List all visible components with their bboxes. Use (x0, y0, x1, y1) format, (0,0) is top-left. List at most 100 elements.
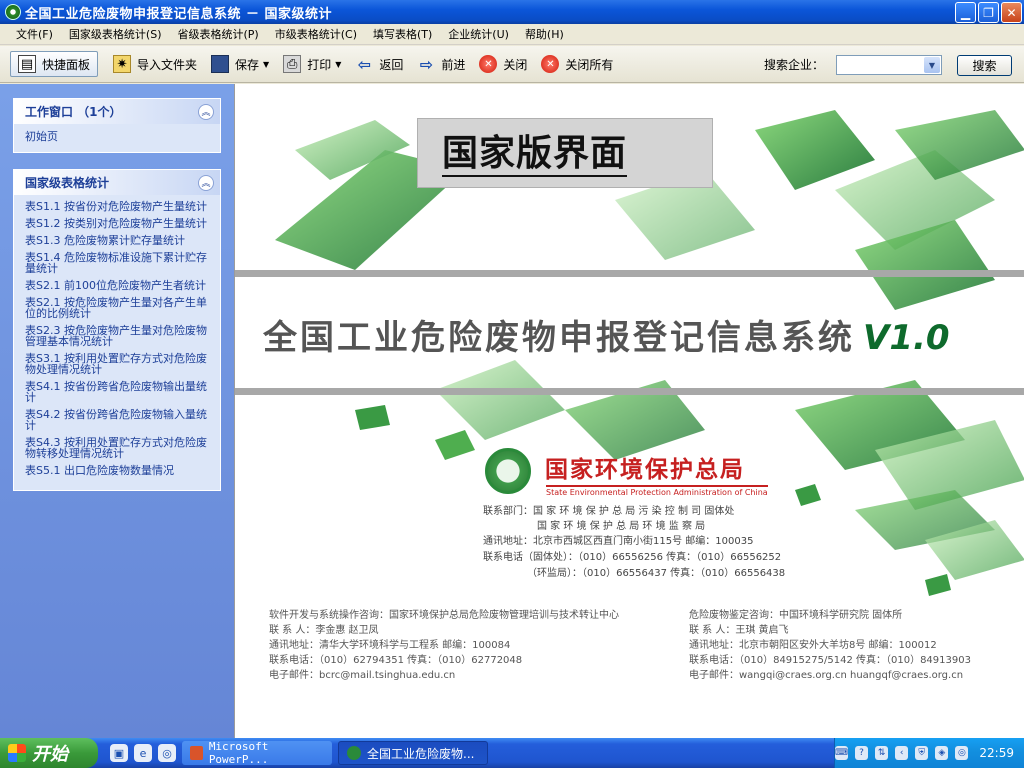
footer-left-contacts: 软件开发与系统操作咨询：国家环境保护总局危险废物管理培训与技术转让中心 联 系 … (269, 608, 619, 683)
menu-city-stats[interactable]: 市级表格统计(C) (267, 26, 365, 42)
report-link-s1-1[interactable]: 表S1.1 按省份对危险废物产生量统计 (25, 201, 210, 212)
internet-explorer-icon[interactable]: e (134, 744, 152, 762)
close-all-label: 关闭所有 (565, 57, 614, 72)
restore-button[interactable]: ❐ (978, 2, 999, 23)
taskbar-item-hazwaste-app[interactable]: 全国工业危险废物... (338, 741, 488, 765)
menu-help[interactable]: 帮助(H) (517, 26, 572, 42)
window-titlebar[interactable]: 全国工业危险废物申报登记信息系统 － 国家级统计 ▁ ❐ ✕ (0, 0, 1024, 24)
shield-icon[interactable]: ⛨ (915, 746, 929, 760)
report-link-s3-1[interactable]: 表S3.1 按利用处置贮存方式对危险废物处理情况统计 (25, 353, 210, 375)
save-button[interactable]: 保存 ▼ (204, 51, 276, 77)
help-icon[interactable]: ? (855, 746, 869, 760)
menu-provincial-stats[interactable]: 省级表格统计(P) (170, 26, 267, 42)
start-label: 开始 (32, 744, 68, 765)
top-divider-band (235, 270, 1024, 277)
minimize-button[interactable]: ▁ (955, 2, 976, 23)
work-window-title: 工作窗口 （1个） (25, 105, 122, 119)
show-desktop-icon[interactable]: ▣ (110, 744, 128, 762)
print-button[interactable]: ⎙ 打印 ▼ (276, 51, 348, 77)
menu-bar: 文件(F) 国家级表格统计(S) 省级表格统计(P) 市级表格统计(C) 填写表… (0, 24, 1024, 45)
report-link-s5-1[interactable]: 表S5.1 出口危险废物数量情况 (25, 465, 210, 476)
window-controls: ▁ ❐ ✕ (955, 2, 1022, 23)
report-link-s2-1b[interactable]: 表S2.1 按危险废物产生量对各产生单位的比例统计 (25, 297, 210, 319)
main-content: 国家版界面 全国工业危险废物申报登记信息系统 V1.0 国家环境保护总局 Stat… (234, 84, 1024, 738)
system-tray: ⌨ ? ⇅ ‹ ⛨ ◈ ◎ 22:59 (834, 738, 1024, 768)
network-icon[interactable]: ⇅ (875, 746, 889, 760)
national-stats-list: 表S1.1 按省份对危险废物产生量统计 表S1.2 按类别对危险废物产生量统计 … (14, 195, 220, 490)
work-item-start-page[interactable]: 初始页 (25, 130, 210, 144)
report-link-s4-1[interactable]: 表S4.1 按省份跨省危险废物输出量统计 (25, 381, 210, 403)
footer-right-line: 联 系 人：王琪 黄启飞 (689, 625, 789, 636)
work-window-body: 初始页 (14, 124, 220, 152)
report-link-s2-1[interactable]: 表S2.1 前100位危险废物产生者统计 (25, 280, 210, 291)
menu-enterprise-stats[interactable]: 企业统计(U) (440, 26, 517, 42)
import-folder-label: 导入文件夹 (137, 57, 198, 72)
national-stats-panel: 国家级表格统计 ︽ 表S1.1 按省份对危险废物产生量统计 表S1.2 按类别对… (13, 169, 221, 491)
edition-banner: 国家版界面 (417, 118, 713, 188)
clock: 22:59 (979, 746, 1014, 760)
floppy-disk-icon (211, 55, 230, 73)
report-link-s1-3[interactable]: 表S1.3 危险废物累计贮存量统计 (25, 235, 210, 246)
folder-import-icon: ✷ (113, 55, 132, 73)
close-all-circle-icon: ✕ (541, 55, 560, 73)
taskbar: 开始 ▣ e ◎ Microsoft PowerP... 全国工业危险废物...… (0, 738, 1024, 768)
work-window-panel-header[interactable]: 工作窗口 （1个） ︽ (14, 99, 220, 124)
start-button[interactable]: 开始 (0, 738, 98, 768)
browser-icon[interactable]: ◎ (158, 744, 176, 762)
work-window-panel: 工作窗口 （1个） ︽ 初始页 (13, 98, 221, 153)
powerpoint-icon (190, 746, 203, 760)
expand-tray-icon[interactable]: ‹ (895, 746, 909, 760)
national-stats-title: 国家级表格统计 (25, 176, 110, 190)
report-link-s1-4[interactable]: 表S1.4 危险废物标准设施下累计贮存量统计 (25, 252, 210, 274)
collapse-up-icon[interactable]: ︽ (198, 103, 214, 120)
antivirus-icon[interactable]: ◈ (935, 746, 949, 760)
close-window-button[interactable]: ✕ (1001, 2, 1022, 23)
footer-left-line: 联系电话：（010）62794351 传真：（010）62772048 (269, 655, 523, 666)
menu-national-stats[interactable]: 国家级表格统计(S) (61, 26, 170, 42)
keyboard-icon[interactable]: ⌨ (834, 746, 849, 760)
close-label: 关闭 (503, 57, 528, 72)
search-button[interactable]: 搜索 (957, 55, 1012, 76)
import-folder-button[interactable]: ✷ 导入文件夹 (106, 51, 204, 77)
contact-line: （环监局）：（010）66556437 传真：（010）66556438 (527, 568, 786, 579)
search-enterprise-select[interactable]: ▼ (836, 55, 942, 75)
task-label: Microsoft PowerP... (208, 740, 269, 766)
system-version: V1.0 (863, 318, 950, 358)
forward-label: 前进 (441, 57, 466, 72)
menu-fill-forms[interactable]: 填写表格(T) (365, 26, 440, 42)
printer-icon: ⎙ (283, 55, 302, 73)
close-all-button[interactable]: ✕ 关闭所有 (534, 51, 620, 77)
window-title: 全国工业危险废物申报登记信息系统 － 国家级统计 (25, 6, 333, 22)
footer-right-line: 联系电话：（010）84915275/5142 传真：（010）84913903 (689, 655, 971, 666)
taskbar-item-powerpoint[interactable]: Microsoft PowerP... (182, 740, 332, 766)
chevron-down-icon[interactable]: ▼ (924, 57, 940, 73)
windows-flag-icon (8, 744, 26, 762)
agency-name-en: State Environmental Protection Administr… (546, 485, 768, 497)
task-label: 全国工业危险废物... (367, 746, 475, 761)
contact-line: 联系部门：国 家 环 境 保 护 总 局 污 染 控 制 司 固体处 (483, 506, 735, 517)
footer-right-line: 通讯地址：北京市朝阳区安外大羊坊8号 邮编：100012 (689, 640, 937, 651)
national-stats-panel-header[interactable]: 国家级表格统计 ︽ (14, 170, 220, 195)
contact-line: 国 家 环 境 保 护 总 局 环 境 监 察 局 (537, 521, 706, 532)
footer-left-line: 软件开发与系统操作咨询：国家环境保护总局危险废物管理培训与技术转让中心 (269, 610, 619, 621)
menu-file[interactable]: 文件(F) (8, 26, 61, 42)
save-label: 保存 (235, 57, 260, 72)
forward-button[interactable]: ⇨ 前进 (410, 51, 472, 77)
arrow-left-icon: ⇦ (357, 54, 372, 74)
report-link-s4-2[interactable]: 表S4.2 按省份跨省危险废物输入量统计 (25, 409, 210, 431)
app-logo-icon (347, 746, 361, 760)
footer-left-line: 联 系 人：李金惠 赵卫凤 (269, 625, 379, 636)
quick-panel-label: 快捷面板 (42, 57, 91, 72)
footer-left-line: 通讯地址：清华大学环境科学与工程系 邮编：100084 (269, 640, 511, 651)
report-link-s1-2[interactable]: 表S1.2 按类别对危险废物产生量统计 (25, 218, 210, 229)
back-button[interactable]: ⇦ 返回 (348, 51, 410, 77)
agency-name-zh: 国家环境保护总局 (545, 456, 745, 483)
close-tab-button[interactable]: ✕ 关闭 (472, 51, 534, 77)
browser-tray-icon[interactable]: ◎ (955, 746, 969, 760)
collapse-up-icon[interactable]: ︽ (198, 174, 214, 191)
report-link-s4-3[interactable]: 表S4.3 按利用处置贮存方式对危险废物转移处理情况统计 (25, 437, 210, 459)
quick-panel-button[interactable]: ▤ 快捷面板 (10, 51, 99, 77)
toolbar: ▤ 快捷面板 ✷ 导入文件夹 保存 ▼ ⎙ 打印 ▼ ⇦ 返回 ⇨ 前进 ✕ 关… (0, 46, 1024, 83)
chevron-down-icon: ▼ (263, 59, 270, 69)
report-link-s2-3[interactable]: 表S2.3 按危险废物产生量对危险废物管理基本情况统计 (25, 325, 210, 347)
